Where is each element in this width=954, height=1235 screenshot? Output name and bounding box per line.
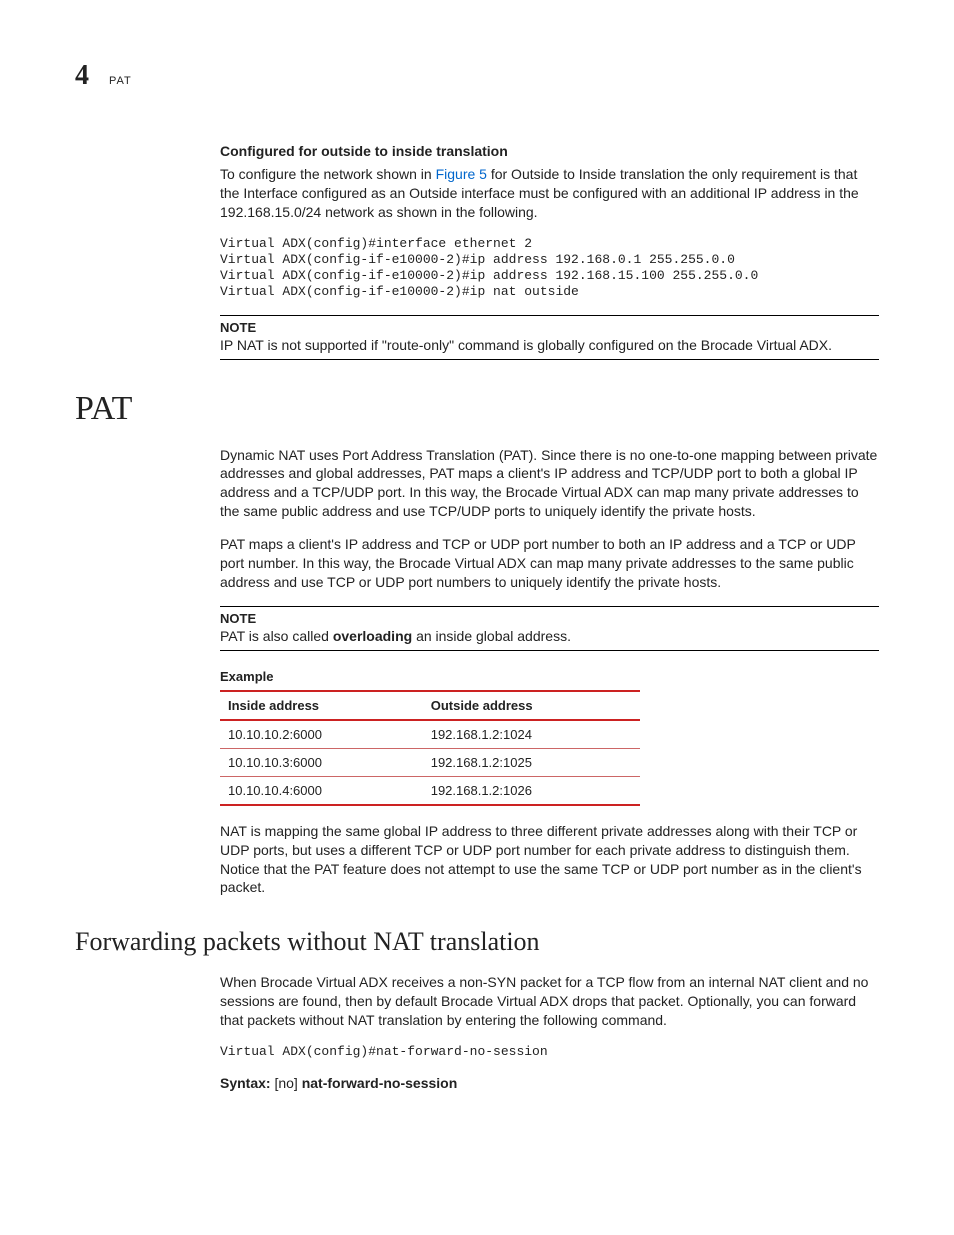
cell-outside: 192.168.1.2:1026 bbox=[423, 776, 640, 805]
example-table: Inside address Outside address 10.10.10.… bbox=[220, 690, 640, 806]
body-paragraph: PAT maps a client's IP address and TCP o… bbox=[220, 535, 879, 592]
note-box: NOTE IP NAT is not supported if "route-o… bbox=[220, 315, 879, 360]
note-box: NOTE PAT is also called overloading an i… bbox=[220, 606, 879, 651]
section-configured-outside-inside: Configured for outside to inside transla… bbox=[220, 142, 879, 360]
document-page: 4 PAT Configured for outside to inside t… bbox=[0, 0, 954, 1167]
cell-outside: 192.168.1.2:1025 bbox=[423, 748, 640, 776]
page-header: 4 PAT bbox=[75, 60, 879, 92]
subsection-heading: Configured for outside to inside transla… bbox=[220, 142, 879, 161]
code-block: Virtual ADX(config)#interface ethernet 2… bbox=[220, 236, 879, 301]
table-header-row: Inside address Outside address bbox=[220, 691, 640, 720]
syntax-label: Syntax: bbox=[220, 1075, 271, 1091]
table-row: 10.10.10.2:6000 192.168.1.2:1024 bbox=[220, 720, 640, 749]
note-body: IP NAT is not supported if "route-only" … bbox=[220, 337, 879, 353]
col-header-inside: Inside address bbox=[220, 691, 423, 720]
body-paragraph: Dynamic NAT uses Port Address Translatio… bbox=[220, 446, 879, 522]
text-run: To configure the network shown in bbox=[220, 166, 436, 182]
note-body: PAT is also called overloading an inside… bbox=[220, 628, 879, 644]
example-label: Example bbox=[220, 669, 879, 684]
cell-outside: 192.168.1.2:1024 bbox=[423, 720, 640, 749]
text-bold: overloading bbox=[333, 628, 412, 644]
cell-inside: 10.10.10.3:6000 bbox=[220, 748, 423, 776]
body-paragraph: NAT is mapping the same global IP addres… bbox=[220, 822, 879, 898]
col-header-outside: Outside address bbox=[423, 691, 640, 720]
section-heading-forwarding: Forwarding packets without NAT translati… bbox=[75, 927, 879, 957]
cell-inside: 10.10.10.4:6000 bbox=[220, 776, 423, 805]
table-row: 10.10.10.3:6000 192.168.1.2:1025 bbox=[220, 748, 640, 776]
text-run: an inside global address. bbox=[412, 628, 571, 644]
header-section-tag: PAT bbox=[109, 75, 132, 87]
body-paragraph: When Brocade Virtual ADX receives a non-… bbox=[220, 973, 879, 1030]
note-title: NOTE bbox=[220, 611, 879, 626]
section-heading-pat: PAT bbox=[75, 390, 879, 428]
section-forwarding-body: When Brocade Virtual ADX receives a non-… bbox=[220, 973, 879, 1093]
syntax-command: nat-forward-no-session bbox=[302, 1075, 458, 1091]
code-block: Virtual ADX(config)#nat-forward-no-sessi… bbox=[220, 1044, 879, 1060]
section-pat-body: Dynamic NAT uses Port Address Translatio… bbox=[220, 446, 879, 898]
syntax-line: Syntax: [no] nat-forward-no-session bbox=[220, 1074, 879, 1093]
chapter-number: 4 bbox=[75, 60, 89, 92]
cell-inside: 10.10.10.2:6000 bbox=[220, 720, 423, 749]
text-run: PAT is also called bbox=[220, 628, 333, 644]
syntax-optional: [no] bbox=[271, 1075, 302, 1091]
figure-link[interactable]: Figure 5 bbox=[436, 166, 487, 182]
note-title: NOTE bbox=[220, 320, 879, 335]
table-row: 10.10.10.4:6000 192.168.1.2:1026 bbox=[220, 776, 640, 805]
body-paragraph: To configure the network shown in Figure… bbox=[220, 165, 879, 222]
